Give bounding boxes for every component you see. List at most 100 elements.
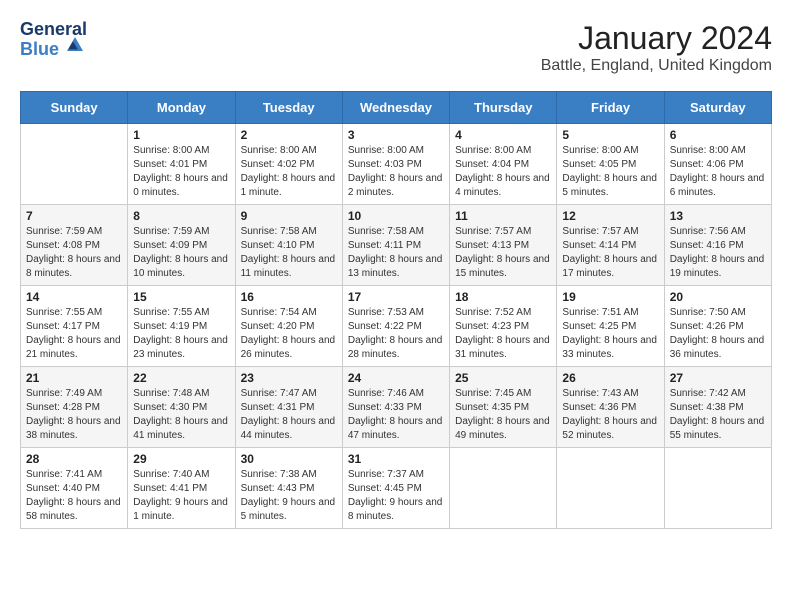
day-info: Sunrise: 7:54 AMSunset: 4:20 PMDaylight:…: [241, 306, 337, 362]
calendar-cell: 4Sunrise: 8:00 AMSunset: 4:04 PMDaylight…: [450, 124, 557, 205]
day-info: Sunrise: 7:46 AMSunset: 4:33 PMDaylight:…: [348, 387, 444, 443]
day-info: Sunrise: 7:47 AMSunset: 4:31 PMDaylight:…: [241, 387, 337, 443]
day-info: Sunrise: 7:42 AMSunset: 4:38 PMDaylight:…: [670, 387, 766, 443]
logo-blue: Blue: [20, 40, 87, 60]
calendar-cell: 18 Sunrise: 7:52 AMSunset: 4:23 PMDayligh…: [450, 286, 557, 367]
day-number: 31: [348, 452, 444, 466]
day-number: 25: [455, 371, 551, 385]
day-number: 10: [348, 209, 444, 223]
day-number: 1: [133, 128, 229, 142]
day-info: Sunrise: 7:40 AMSunset: 4:41 PMDaylight:…: [133, 468, 229, 524]
calendar-cell: [557, 448, 664, 529]
day-info: Sunrise: 8:00 AMSunset: 4:03 PMDaylight:…: [348, 144, 444, 200]
day-info: Sunrise: 7:45 AMSunset: 4:35 PMDaylight:…: [455, 387, 551, 443]
calendar-cell: 14 Sunrise: 7:55 AMSunset: 4:17 PMDayligh…: [21, 286, 128, 367]
logo-text: General Blue: [20, 20, 87, 60]
calendar-cell: 17 Sunrise: 7:53 AMSunset: 4:22 PMDayligh…: [342, 286, 449, 367]
day-info: Sunrise: 7:59 AMSunset: 4:09 PMDaylight:…: [133, 225, 229, 281]
calendar-cell: [450, 448, 557, 529]
day-number: 12: [562, 209, 658, 223]
day-info: Sunrise: 8:00 AMSunset: 4:05 PMDaylight:…: [562, 144, 658, 200]
day-number: 11: [455, 209, 551, 223]
calendar-cell: 16Sunrise: 7:54 AMSunset: 4:20 PMDayligh…: [235, 286, 342, 367]
day-info: Sunrise: 7:53 AMSunset: 4:22 PMDaylight:…: [348, 306, 444, 362]
day-info: Sunrise: 8:00 AMSunset: 4:06 PMDaylight:…: [670, 144, 766, 200]
calendar-cell: 12 Sunrise: 7:57 AMSunset: 4:14 PMDayligh…: [557, 205, 664, 286]
calendar-cell: 31 Sunrise: 7:37 AMSunset: 4:45 PMDayligh…: [342, 448, 449, 529]
logo: General Blue: [20, 20, 87, 60]
calendar-cell: 28Sunrise: 7:41 AMSunset: 4:40 PMDayligh…: [21, 448, 128, 529]
calendar-cell: 22Sunrise: 7:48 AMSunset: 4:30 PMDayligh…: [128, 367, 235, 448]
title-block: January 2024 Battle, England, United Kin…: [541, 20, 772, 75]
column-header-monday: Monday: [128, 92, 235, 124]
column-header-friday: Friday: [557, 92, 664, 124]
calendar-cell: 8 Sunrise: 7:59 AMSunset: 4:09 PMDaylight…: [128, 205, 235, 286]
page-header: General Blue January 2024 Battle, Englan…: [20, 20, 772, 75]
calendar-cell: 1 Sunrise: 8:00 AMSunset: 4:01 PMDaylight…: [128, 124, 235, 205]
calendar-cell: 29 Sunrise: 7:40 AMSunset: 4:41 PMDayligh…: [128, 448, 235, 529]
calendar-cell: 3 Sunrise: 8:00 AMSunset: 4:03 PMDaylight…: [342, 124, 449, 205]
calendar-table: SundayMondayTuesdayWednesdayThursdayFrid…: [20, 91, 772, 529]
page-subtitle: Battle, England, United Kingdom: [541, 57, 772, 75]
day-number: 19: [562, 290, 658, 304]
calendar-cell: [664, 448, 771, 529]
day-number: 29: [133, 452, 229, 466]
calendar-cell: 13Sunrise: 7:56 AMSunset: 4:16 PMDayligh…: [664, 205, 771, 286]
calendar-cell: [21, 124, 128, 205]
day-info: Sunrise: 7:52 AMSunset: 4:23 PMDaylight:…: [455, 306, 551, 362]
column-header-thursday: Thursday: [450, 92, 557, 124]
calendar-cell: 10 Sunrise: 7:58 AMSunset: 4:11 PMDayligh…: [342, 205, 449, 286]
calendar-cell: 7Sunrise: 7:59 AMSunset: 4:08 PMDaylight…: [21, 205, 128, 286]
day-number: 8: [133, 209, 229, 223]
day-info: Sunrise: 7:38 AMSunset: 4:43 PMDaylight:…: [241, 468, 337, 524]
day-info: Sunrise: 8:00 AMSunset: 4:02 PMDaylight:…: [241, 144, 337, 200]
day-info: Sunrise: 7:50 AMSunset: 4:26 PMDaylight:…: [670, 306, 766, 362]
day-info: Sunrise: 7:41 AMSunset: 4:40 PMDaylight:…: [26, 468, 122, 524]
day-info: Sunrise: 7:57 AMSunset: 4:14 PMDaylight:…: [562, 225, 658, 281]
day-info: Sunrise: 7:49 AMSunset: 4:28 PMDaylight:…: [26, 387, 122, 443]
calendar-cell: 21 Sunrise: 7:49 AMSunset: 4:28 PMDayligh…: [21, 367, 128, 448]
day-info: Sunrise: 7:59 AMSunset: 4:08 PMDaylight:…: [26, 225, 122, 281]
day-number: 13: [670, 209, 766, 223]
column-header-sunday: Sunday: [21, 92, 128, 124]
page-title: January 2024: [541, 20, 772, 57]
day-number: 15: [133, 290, 229, 304]
day-number: 26: [562, 371, 658, 385]
calendar-cell: 2Sunrise: 8:00 AMSunset: 4:02 PMDaylight…: [235, 124, 342, 205]
calendar-cell: 30 Sunrise: 7:38 AMSunset: 4:43 PMDayligh…: [235, 448, 342, 529]
calendar-cell: 11Sunrise: 7:57 AMSunset: 4:13 PMDayligh…: [450, 205, 557, 286]
day-info: Sunrise: 7:55 AMSunset: 4:17 PMDaylight:…: [26, 306, 122, 362]
day-number: 30: [241, 452, 337, 466]
day-number: 24: [348, 371, 444, 385]
day-info: Sunrise: 7:37 AMSunset: 4:45 PMDaylight:…: [348, 468, 444, 524]
calendar-week-row: 1 Sunrise: 8:00 AMSunset: 4:01 PMDaylight…: [21, 124, 772, 205]
day-number: 9: [241, 209, 337, 223]
day-info: Sunrise: 8:00 AMSunset: 4:01 PMDaylight:…: [133, 144, 229, 200]
calendar-cell: 5Sunrise: 8:00 AMSunset: 4:05 PMDaylight…: [557, 124, 664, 205]
calendar-cell: 9 Sunrise: 7:58 AMSunset: 4:10 PMDaylight…: [235, 205, 342, 286]
calendar-cell: 24 Sunrise: 7:46 AMSunset: 4:33 PMDayligh…: [342, 367, 449, 448]
day-info: Sunrise: 7:58 AMSunset: 4:11 PMDaylight:…: [348, 225, 444, 281]
day-info: Sunrise: 7:55 AMSunset: 4:19 PMDaylight:…: [133, 306, 229, 362]
calendar-cell: 26 Sunrise: 7:43 AMSunset: 4:36 PMDayligh…: [557, 367, 664, 448]
day-number: 17: [348, 290, 444, 304]
day-number: 4: [455, 128, 551, 142]
day-info: Sunrise: 7:51 AMSunset: 4:25 PMDaylight:…: [562, 306, 658, 362]
day-number: 6: [670, 128, 766, 142]
day-number: 20: [670, 290, 766, 304]
day-info: Sunrise: 7:58 AMSunset: 4:10 PMDaylight:…: [241, 225, 337, 281]
day-number: 18: [455, 290, 551, 304]
calendar-cell: 27Sunrise: 7:42 AMSunset: 4:38 PMDayligh…: [664, 367, 771, 448]
day-number: 21: [26, 371, 122, 385]
day-number: 3: [348, 128, 444, 142]
day-number: 14: [26, 290, 122, 304]
day-number: 22: [133, 371, 229, 385]
calendar-header-row: SundayMondayTuesdayWednesdayThursdayFrid…: [21, 92, 772, 124]
calendar-cell: 19 Sunrise: 7:51 AMSunset: 4:25 PMDayligh…: [557, 286, 664, 367]
day-number: 23: [241, 371, 337, 385]
day-info: Sunrise: 7:43 AMSunset: 4:36 PMDaylight:…: [562, 387, 658, 443]
calendar-cell: 25 Sunrise: 7:45 AMSunset: 4:35 PMDayligh…: [450, 367, 557, 448]
calendar-cell: 15 Sunrise: 7:55 AMSunset: 4:19 PMDayligh…: [128, 286, 235, 367]
calendar-week-row: 21 Sunrise: 7:49 AMSunset: 4:28 PMDayligh…: [21, 367, 772, 448]
column-header-wednesday: Wednesday: [342, 92, 449, 124]
